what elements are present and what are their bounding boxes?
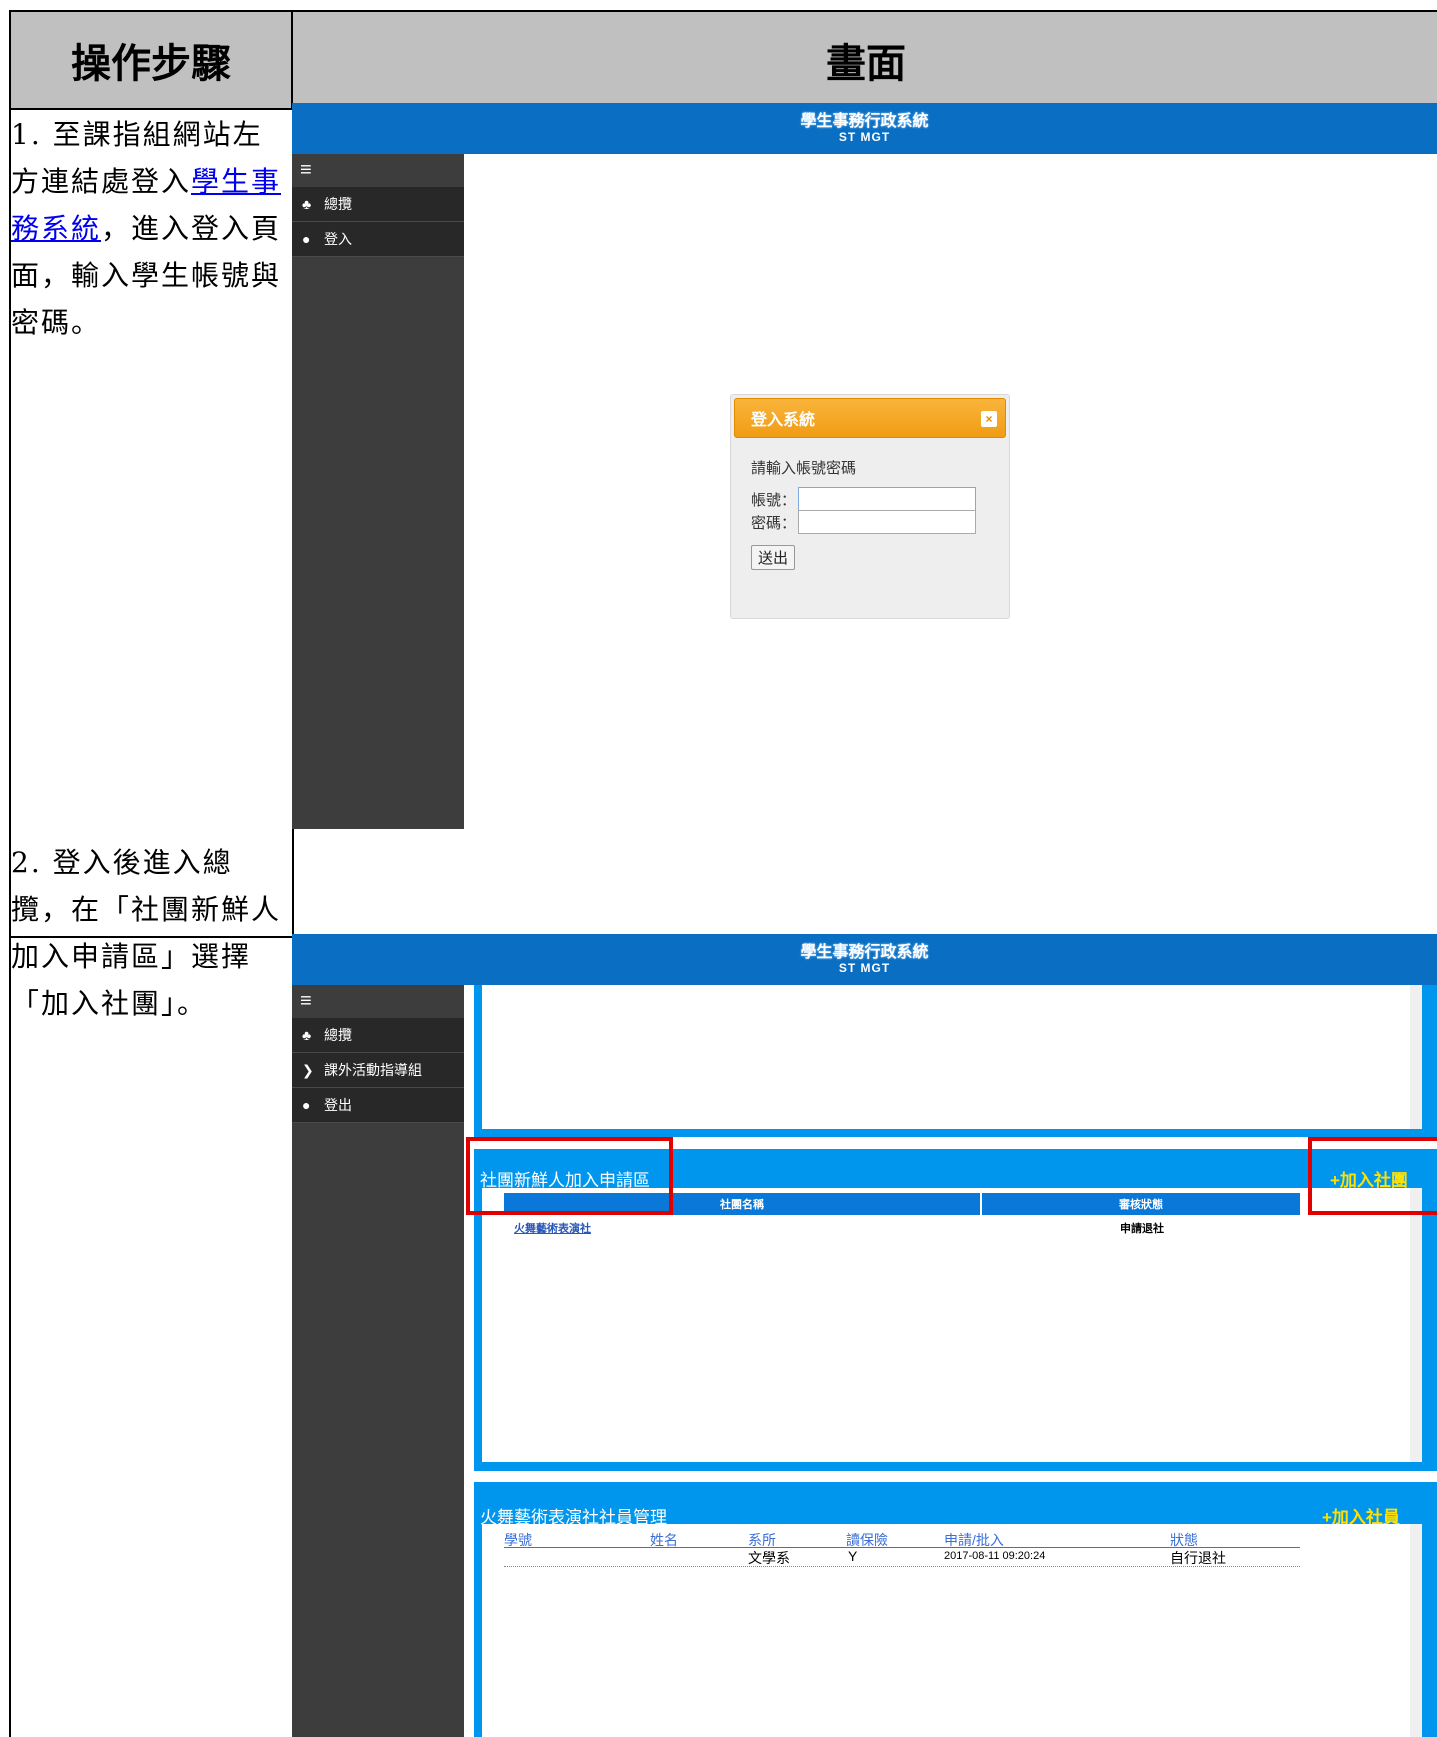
screenshot-overview: 學生事務行政系統 ST MGT ≡ ♣ 總攬 ❯ 課外活動指導組 ● 登出 社團… xyxy=(292,934,1437,1737)
header-screen: 畫面 xyxy=(826,40,906,87)
sitemap-icon: ♣ xyxy=(302,1027,312,1043)
login-dialog: 登入系統 × 請輸入帳號密碼 帳號： 密碼： 送出 xyxy=(730,394,1010,619)
column-header-id: 學號 xyxy=(504,1530,650,1548)
sidebar-item-label: 登出 xyxy=(324,1097,352,1113)
sidebar: ≡ ♣ 總攬 ● 登入 xyxy=(292,154,464,829)
account-label: 帳號： xyxy=(751,491,797,509)
sitemap-icon: ♣ xyxy=(302,196,312,212)
users-icon: ● xyxy=(302,1097,311,1113)
member-status: 自行退社 xyxy=(1170,1550,1226,1566)
account-row: 帳號： xyxy=(751,487,977,511)
column-header-status: 審核狀態 xyxy=(982,1193,1300,1215)
freshman-panel-body xyxy=(482,1188,1422,1462)
app-subtitle: ST MGT xyxy=(838,961,891,975)
sidebar-item-label: 課外活動指導組 xyxy=(324,1062,422,1078)
sidebar: ≡ ♣ 總攬 ❯ 課外活動指導組 ● 登出 xyxy=(292,985,464,1737)
step1-text: 1. 至課指組網站左方連結處登入學生事務系統，進入登入頁面，輸入學生帳號與密碼。 xyxy=(11,111,291,346)
column-header-status: 狀態 xyxy=(1170,1530,1300,1548)
highlight-join-club xyxy=(1308,1137,1437,1215)
app-topbar: 學生事務行政系統 ST MGT xyxy=(292,934,1437,985)
sidebar-item-label: 總攬 xyxy=(324,196,352,212)
sidebar-item-activities[interactable]: ❯ 課外活動指導組 xyxy=(292,1053,464,1088)
app-subtitle: ST MGT xyxy=(838,130,891,144)
scrollbar[interactable] xyxy=(1410,985,1422,1129)
dialog-prompt: 請輸入帳號密碼 xyxy=(751,460,857,477)
close-icon[interactable]: × xyxy=(981,411,997,427)
upper-panel-body xyxy=(482,985,1422,1129)
dialog-title: 登入系統 xyxy=(751,412,816,429)
column-header-insurance: 讀保險 xyxy=(846,1530,944,1548)
sidebar-item-label: 總攬 xyxy=(324,1027,352,1043)
scrollbar[interactable] xyxy=(1410,1188,1422,1462)
member-date: 2017-08-11 09:20:24 xyxy=(944,1550,1046,1562)
password-input[interactable] xyxy=(798,510,977,534)
sidebar-item-login[interactable]: ● 登入 xyxy=(292,222,464,257)
member-insurance: Y xyxy=(848,1548,858,1564)
highlight-freshman-area xyxy=(466,1137,673,1215)
scrollbar[interactable] xyxy=(1410,1524,1422,1737)
club-name-link[interactable]: 火舞藝術表演社 xyxy=(514,1220,591,1236)
table-header-row: 操作步驟 畫面 xyxy=(11,12,1437,110)
password-row: 密碼： xyxy=(751,510,977,534)
users-icon: ● xyxy=(302,231,311,247)
submit-button[interactable]: 送出 xyxy=(751,545,796,570)
member-dept: 文學系 xyxy=(748,1550,790,1566)
app-title: 學生事務行政系統 xyxy=(800,113,929,130)
step2-text: 2. 登入後進入總攬，在「社團新鮮人加入申請區」選擇「加入社團」。 xyxy=(11,846,282,1020)
password-label: 密碼： xyxy=(751,514,797,532)
chevron-right-icon: ❯ xyxy=(302,1061,314,1078)
app-topbar: 學生事務行政系統 ST MGT xyxy=(292,103,1437,154)
hamburger-icon[interactable]: ≡ xyxy=(292,985,464,1018)
sidebar-item-logout[interactable]: ● 登出 xyxy=(292,1088,464,1123)
sidebar-item-overview[interactable]: ♣ 總攬 xyxy=(292,1018,464,1053)
row-divider xyxy=(504,1566,1300,1567)
column-header-name: 姓名 xyxy=(650,1530,748,1548)
header-steps: 操作步驟 xyxy=(11,12,293,108)
club-status: 申請退社 xyxy=(1120,1223,1164,1235)
dialog-title-bar: 登入系統 × xyxy=(734,398,1006,438)
screenshot-login: 學生事務行政系統 ST MGT ≡ ♣ 總攬 ● 登入 登入系統 × 請輸入帳號… xyxy=(292,103,1437,829)
column-header-dept: 系所 xyxy=(748,1530,846,1548)
account-input[interactable] xyxy=(798,487,977,511)
sidebar-item-label: 登入 xyxy=(324,231,352,247)
sidebar-item-overview[interactable]: ♣ 總攬 xyxy=(292,187,464,222)
hamburger-icon[interactable]: ≡ xyxy=(292,154,464,187)
column-header-date: 申請/批入 xyxy=(944,1530,1170,1548)
app-title: 學生事務行政系統 xyxy=(800,944,929,961)
